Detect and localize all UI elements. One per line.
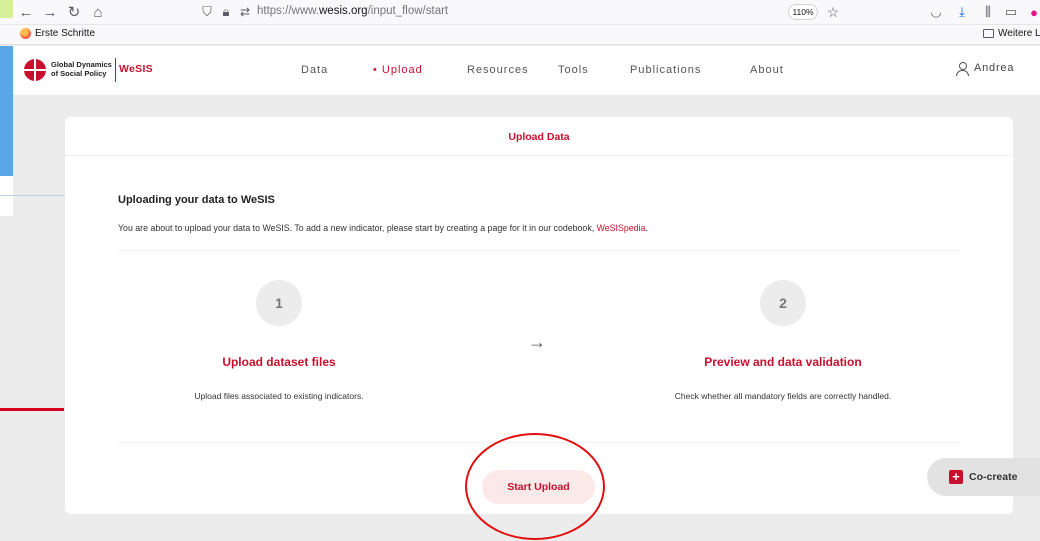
co-create-button[interactable]: + Co-create bbox=[927, 458, 1040, 496]
overlay-strip bbox=[0, 0, 13, 18]
user-name: Andrea bbox=[974, 62, 1015, 74]
shield-icon[interactable]: ⛉ bbox=[199, 3, 215, 21]
section-title: Uploading your data to WeSIS bbox=[118, 194, 275, 206]
nav-publications[interactable]: Publications bbox=[630, 64, 701, 76]
plus-icon: + bbox=[949, 470, 963, 484]
overlay-line bbox=[0, 195, 70, 196]
step-2-description: Check whether all mandatory fields are c… bbox=[674, 391, 892, 401]
overlay-line bbox=[0, 408, 64, 411]
step-2-title: Preview and data validation bbox=[704, 355, 862, 369]
url-bar[interactable]: https://www.wesis.org/input_flow/start bbox=[195, 2, 860, 23]
lock-icon[interactable]: 🔒︎ bbox=[218, 3, 234, 21]
logo-line: Global Dynamics bbox=[51, 60, 112, 69]
annotation-circle bbox=[465, 433, 605, 540]
bookmark-star-icon[interactable]: ☆ bbox=[824, 3, 842, 21]
user-icon bbox=[956, 61, 969, 76]
globe-logo-icon[interactable] bbox=[24, 59, 46, 81]
bookmark-label: Erste Schritte bbox=[35, 28, 96, 39]
nav-tools[interactable]: Tools bbox=[558, 64, 589, 76]
url-text[interactable]: https://www.wesis.org/input_flow/start bbox=[257, 5, 448, 17]
card-title: Upload Data bbox=[508, 131, 570, 143]
step-1-title: Upload dataset files bbox=[222, 355, 336, 369]
forward-icon[interactable]: → bbox=[40, 2, 60, 22]
divider bbox=[118, 250, 960, 251]
reload-icon[interactable]: ↻ bbox=[64, 2, 84, 22]
pocket-icon[interactable]: ◡ bbox=[926, 3, 946, 21]
arrow-right-icon: → bbox=[528, 332, 546, 352]
step-2-number: 2 bbox=[760, 280, 806, 326]
step-1-number: 1 bbox=[256, 280, 302, 326]
wesispedia-link[interactable]: WeSISpedia bbox=[597, 223, 646, 233]
user-menu[interactable]: Andrea bbox=[956, 61, 1015, 76]
intro-body: You are about to upload your data to WeS… bbox=[118, 223, 597, 233]
folder-icon bbox=[983, 29, 994, 38]
back-icon[interactable]: ← bbox=[16, 2, 36, 22]
divider bbox=[65, 155, 1013, 156]
intro-text: You are about to upload your data to WeS… bbox=[118, 223, 648, 233]
site-header: Global Dynamics of Social Policy WeSIS D… bbox=[13, 46, 1040, 95]
library-icon[interactable]: ⫼ bbox=[978, 3, 998, 21]
overlay-strip bbox=[0, 46, 13, 176]
nav-about[interactable]: About bbox=[750, 64, 784, 76]
zoom-level-badge[interactable]: 110% bbox=[788, 4, 818, 20]
extension-icon[interactable]: ● bbox=[1024, 3, 1040, 21]
overlay-strip bbox=[0, 176, 13, 216]
intro-end: . bbox=[645, 223, 648, 233]
bookmark-erste-schritte[interactable]: Erste Schritte bbox=[20, 28, 95, 39]
browser-toolbar: ← → ↻ ⌂ https://www.wesis.org/input_flow… bbox=[0, 0, 1040, 25]
nav-upload[interactable]: • Upload bbox=[373, 64, 423, 76]
logo-text[interactable]: Global Dynamics of Social Policy bbox=[51, 60, 121, 78]
home-icon[interactable]: ⌂ bbox=[88, 2, 108, 22]
brand-name[interactable]: WeSIS bbox=[119, 63, 153, 75]
permissions-icon[interactable]: ⇄ bbox=[237, 3, 253, 21]
nav-resources[interactable]: Resources bbox=[467, 64, 529, 76]
logo-divider bbox=[115, 58, 116, 82]
co-create-label: Co-create bbox=[969, 471, 1018, 483]
firefox-icon bbox=[20, 28, 31, 39]
step-1-description: Upload files associated to existing indi… bbox=[194, 391, 364, 401]
nav-data[interactable]: Data bbox=[301, 64, 328, 76]
downloads-icon[interactable]: ⤓ bbox=[952, 3, 972, 21]
sidebar-icon[interactable]: ▭ bbox=[1001, 3, 1021, 21]
bookmark-other[interactable]: Weitere Lese bbox=[983, 28, 1040, 39]
bookmarks-bar: Erste Schritte Weitere Lese bbox=[0, 25, 1040, 45]
logo-line: of Social Policy bbox=[51, 69, 107, 78]
bookmark-label: Weitere Lese bbox=[998, 28, 1040, 39]
